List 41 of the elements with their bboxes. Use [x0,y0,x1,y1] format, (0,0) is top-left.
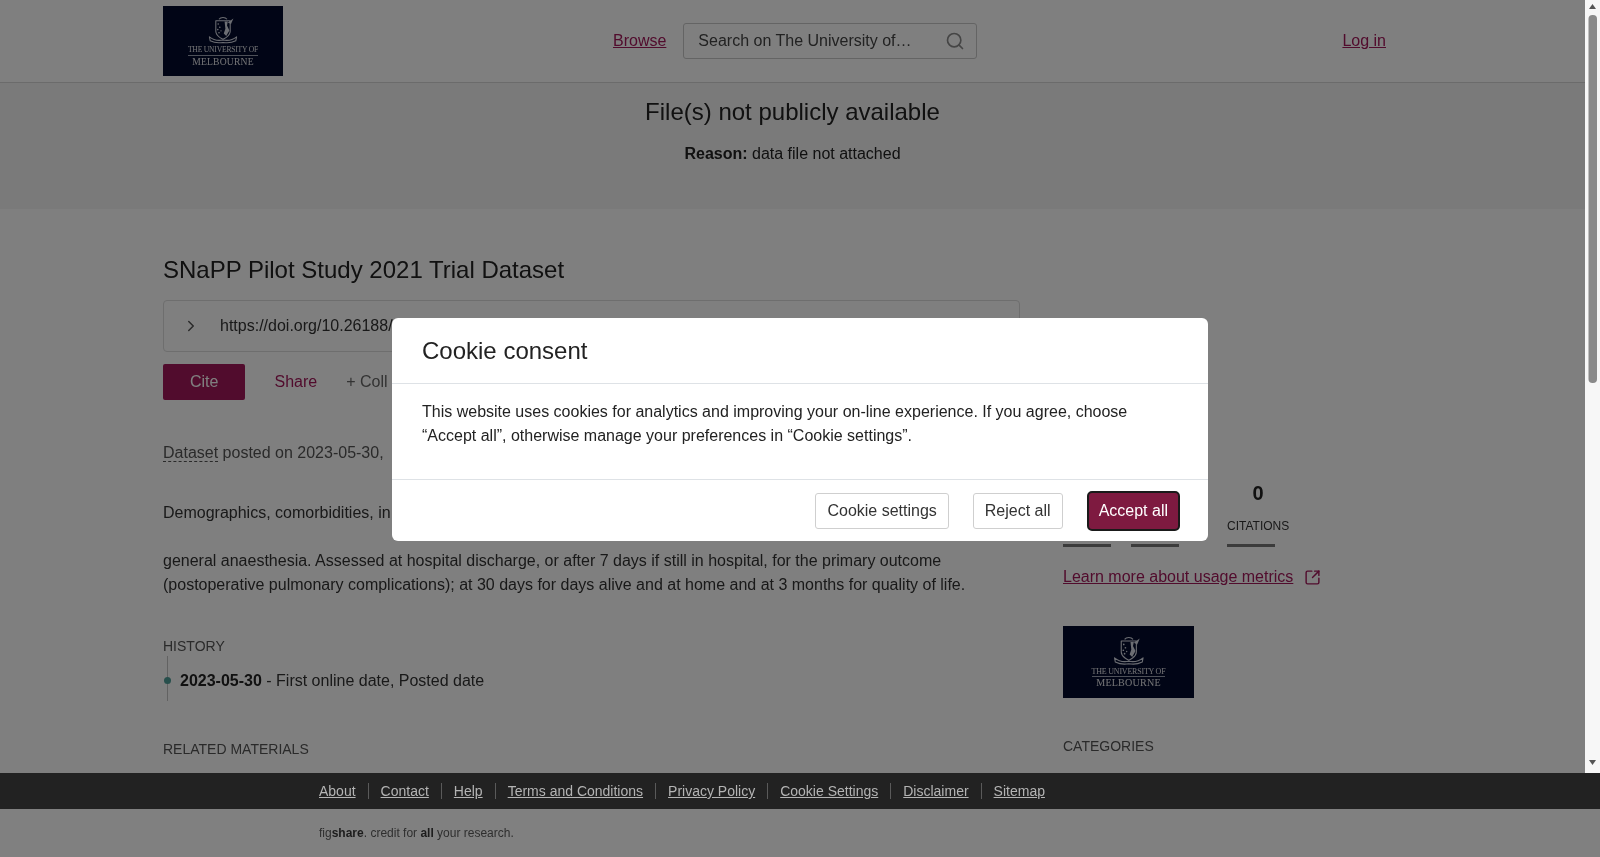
notice-reason: Reason: data file not attached [684,144,901,164]
dialog-title: Cookie consent [422,335,588,366]
footer-link[interactable]: Help [440,783,495,799]
footer-link[interactable]: Sitemap [980,783,1057,799]
crest-icon [207,15,239,44]
footer-link[interactable]: Contact [367,783,441,799]
section-heading: CATEGORIES [1063,737,1154,756]
description-text: general anaesthesia. Assessed at hospital discharge, or after 7 days if still in hospital, for the primary outcome (postoperative pulmonary complications); at 30 days for days alive and at home and at 3 months for quality of life. [163,551,966,595]
footer-link[interactable]: Disclaimer [890,783,981,799]
logo-text: MELBOURNE [192,55,254,68]
dialog-button[interactable]: Reject all [972,492,1063,529]
search-field[interactable]: Search on The University of… [683,23,978,59]
dialog-button[interactable]: Accept all [1086,490,1180,531]
section-heading: HISTORY [163,637,225,656]
action-button[interactable]: Cite [163,364,246,400]
notice-title: File(s) not publicly available [645,97,940,127]
footer-link[interactable]: Privacy Policy [655,783,768,799]
login-link[interactable]: Log in [1342,31,1386,51]
credit-text: figshare. credit for all your research. [0,809,1600,857]
dialog-button[interactable]: Cookie settings [815,492,949,529]
dialog-text: This website uses cookies for analytics and improving your on-line experience. If you agree, choose “Accept all”, otherwise manage your preferences in “Cookie settings”. [422,402,1129,446]
footer-link[interactable]: About [307,783,368,799]
metric-value: 0 [1252,481,1264,505]
scrollbar[interactable] [1585,0,1600,773]
item-title: SNaPP Pilot Study 2021 Trial Dataset [163,255,565,285]
action-link[interactable]: Share [274,364,318,400]
metric-label: CITATIONS [1227,518,1290,534]
posted-info: Dataset posted on 2023-05-30, [163,443,384,464]
section-heading: RELATED MATERIALS [163,740,309,759]
usage-metrics-link[interactable]: Learn more about usage metrics [1063,565,1294,589]
logo-text: MELBOURNE [1096,677,1161,690]
external-link-icon[interactable] [1304,568,1322,586]
timeline-dot-icon [164,677,171,684]
history-event: 2023-05-30 - First online date, Posted date [180,671,485,691]
footer-link[interactable]: Terms and Conditions [494,783,656,799]
search-icon[interactable] [945,31,966,51]
footer-link[interactable]: Cookie Settings [767,783,891,799]
browse-link[interactable]: Browse [613,31,667,51]
crest-icon [1111,635,1146,665]
description-text: Demographics, comorbidities, in [163,503,391,523]
item-type-link[interactable]: Dataset [163,444,219,462]
